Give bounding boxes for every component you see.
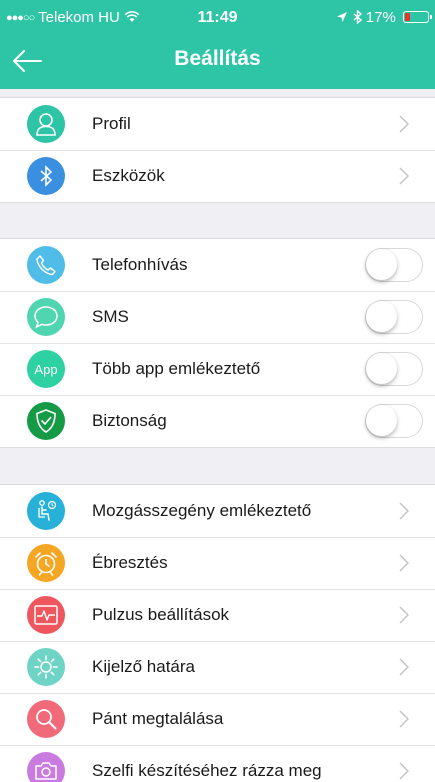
chevron-right-icon bbox=[399, 762, 409, 780]
settings-item-label: Biztonság bbox=[92, 411, 167, 430]
settings-item-security[interactable]: Biztonság bbox=[0, 395, 435, 447]
chevron-right-icon bbox=[399, 167, 409, 185]
sms-toggle[interactable] bbox=[365, 300, 423, 334]
chevron-right-icon bbox=[399, 502, 409, 520]
settings-item-app-reminder[interactable]: App Több app emlékeztető bbox=[0, 343, 435, 395]
sms-icon bbox=[27, 298, 65, 336]
settings-item-shake-selfie[interactable]: Szelfi készítéséhez rázza meg bbox=[0, 745, 435, 782]
settings-item-label: Eszközök bbox=[92, 166, 165, 185]
chevron-right-icon bbox=[399, 658, 409, 676]
chevron-right-icon bbox=[399, 554, 409, 572]
settings-item-sms[interactable]: SMS bbox=[0, 291, 435, 343]
header: ●●●○○ Telekom HU 11:49 17% Beállítás bbox=[0, 0, 435, 89]
app-icon: App bbox=[27, 350, 65, 388]
brightness-icon bbox=[27, 648, 65, 686]
bluetooth-status-icon bbox=[353, 9, 362, 25]
search-icon bbox=[27, 700, 65, 738]
account-section: Profil Eszközök bbox=[0, 97, 435, 203]
settings-item-sedentary-reminder[interactable]: Mozgásszegény emlékeztető bbox=[0, 485, 435, 537]
app-reminder-toggle[interactable] bbox=[365, 352, 423, 386]
phone-icon bbox=[27, 246, 65, 284]
settings-item-label: Telefonhívás bbox=[92, 255, 188, 274]
settings-item-display[interactable]: Kijelző határa bbox=[0, 641, 435, 693]
settings-item-label: Pánt megtalálása bbox=[92, 709, 224, 728]
settings-item-label: Kijelző határa bbox=[92, 657, 196, 676]
settings-item-label: Profil bbox=[92, 114, 131, 133]
settings-item-phone-call[interactable]: Telefonhívás bbox=[0, 239, 435, 291]
settings-item-alarm[interactable]: Ébresztés bbox=[0, 537, 435, 589]
settings-item-label: Több app emlékeztető bbox=[92, 359, 261, 378]
battery-percent: 17% bbox=[365, 9, 396, 26]
settings-item-label: Ébresztés bbox=[92, 553, 168, 572]
page-title: Beállítás bbox=[174, 47, 261, 70]
bluetooth-icon bbox=[27, 157, 65, 195]
features-section: Mozgásszegény emlékeztető Ébresztés Pulz… bbox=[0, 484, 435, 782]
settings-item-label: Pulzus beállítások bbox=[92, 605, 230, 624]
settings-item-heart-rate[interactable]: Pulzus beállítások bbox=[0, 589, 435, 641]
heart-rate-icon bbox=[27, 596, 65, 634]
alarm-icon bbox=[27, 544, 65, 582]
profile-icon bbox=[27, 105, 65, 143]
settings-item-label: Mozgásszegény emlékeztető bbox=[92, 501, 312, 520]
settings-item-profile[interactable]: Profil bbox=[0, 98, 435, 150]
battery-icon bbox=[403, 11, 432, 23]
camera-icon bbox=[27, 752, 65, 782]
security-toggle[interactable] bbox=[365, 404, 423, 438]
settings-item-label: SMS bbox=[92, 307, 129, 326]
phone-call-toggle[interactable] bbox=[365, 248, 423, 282]
shield-icon bbox=[27, 402, 65, 440]
settings-item-devices[interactable]: Eszközök bbox=[0, 150, 435, 202]
location-icon bbox=[337, 12, 348, 22]
notifications-section: Telefonhívás SMS App Több app emlékeztet… bbox=[0, 238, 435, 448]
chevron-right-icon bbox=[399, 710, 409, 728]
settings-item-label: Szelfi készítéséhez rázza meg bbox=[92, 761, 322, 780]
sitting-icon bbox=[27, 492, 65, 530]
settings-item-find-band[interactable]: Pánt megtalálása bbox=[0, 693, 435, 745]
chevron-right-icon bbox=[399, 115, 409, 133]
chevron-right-icon bbox=[399, 606, 409, 624]
status-bar: ●●●○○ Telekom HU 11:49 17% bbox=[0, 0, 435, 40]
